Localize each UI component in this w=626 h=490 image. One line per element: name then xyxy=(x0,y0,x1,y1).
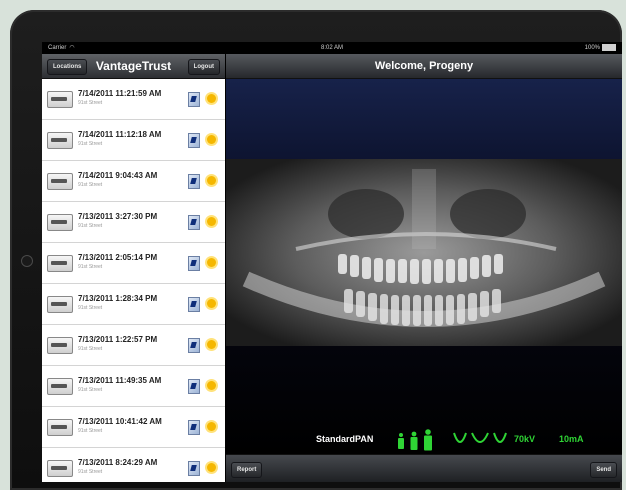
xray-thumbnail-icon xyxy=(47,378,73,395)
exam-list[interactable]: 7/14/2011 11:21:59 AM 91st Street 7/14/2… xyxy=(42,79,225,482)
xray-thumbnail-icon xyxy=(47,296,73,313)
xray-thumbnail-icon xyxy=(47,419,73,436)
sun-icon[interactable] xyxy=(207,94,216,103)
scan-mode-prefix: Standard xyxy=(316,434,356,444)
exam-location: 91st Street xyxy=(78,346,103,352)
status-bar: Carrier ◠ 8:02 AM 100% xyxy=(42,42,622,54)
device-bezel: Carrier ◠ 8:02 AM 100% Locations VantageT… xyxy=(10,10,622,490)
document-icon[interactable] xyxy=(188,338,200,353)
document-icon[interactable] xyxy=(188,256,200,271)
document-icon[interactable] xyxy=(188,461,200,476)
jaw-arch-icon xyxy=(453,432,507,443)
exam-location: 91st Street xyxy=(78,428,103,434)
scan-mode-suffix: PAN xyxy=(355,434,374,444)
sun-icon[interactable] xyxy=(207,299,216,308)
document-icon[interactable] xyxy=(188,297,200,312)
document-icon[interactable] xyxy=(188,92,200,107)
kilovolt-value: 70kV xyxy=(514,434,536,444)
list-item[interactable]: 7/13/2011 11:49:35 AM 91st Street xyxy=(42,366,225,407)
document-icon[interactable] xyxy=(188,215,200,230)
sun-icon[interactable] xyxy=(207,258,216,267)
list-item[interactable]: 7/13/2011 1:28:34 PM 91st Street xyxy=(42,284,225,325)
sun-icon[interactable] xyxy=(207,217,216,226)
arch-shape-icon xyxy=(452,431,508,451)
xray-thumbnail-icon xyxy=(47,460,73,477)
logout-button[interactable]: Logout xyxy=(187,59,220,75)
exam-date: 7/13/2011 11:49:35 AM xyxy=(78,376,162,385)
exam-location: 91st Street xyxy=(78,141,103,147)
welcome-title: Welcome, Progeny xyxy=(374,60,474,72)
milliamp-value: 10mA xyxy=(559,434,584,444)
list-item[interactable]: 7/13/2011 10:41:42 AM 91st Street xyxy=(42,407,225,448)
document-icon[interactable] xyxy=(188,379,200,394)
exam-date: 7/13/2011 8:24:29 AM xyxy=(78,458,158,467)
exam-location: 91st Street xyxy=(78,305,103,311)
image-viewer: StandardPAN 70kV 10mA xyxy=(226,79,622,454)
sun-icon[interactable] xyxy=(207,463,216,472)
sun-icon[interactable] xyxy=(207,135,216,144)
list-item[interactable]: 7/13/2011 2:05:14 PM 91st Street xyxy=(42,243,225,284)
camera-dot xyxy=(21,255,33,267)
bottom-toolbar: Report Send xyxy=(226,454,622,482)
report-button[interactable]: Report xyxy=(231,462,263,478)
scan-mode: StandardPAN xyxy=(316,434,373,444)
list-item[interactable]: 7/13/2011 1:22:57 PM 91st Street xyxy=(42,325,225,366)
xray-thumbnail-icon xyxy=(47,132,73,149)
exam-location: 91st Street xyxy=(78,182,103,188)
exam-date: 7/13/2011 10:41:42 AM xyxy=(78,417,162,426)
list-item[interactable]: 7/13/2011 3:27:30 PM 91st Street xyxy=(42,202,225,243)
xray-thumbnail-icon xyxy=(47,214,73,231)
nasal-septum xyxy=(412,169,436,249)
exam-date: 7/14/2011 9:04:43 AM xyxy=(78,171,158,180)
sun-icon[interactable] xyxy=(207,340,216,349)
list-item[interactable]: 7/14/2011 9:04:43 AM 91st Street xyxy=(42,161,225,202)
patient-size-icon xyxy=(394,429,446,453)
left-navigation-bar: Locations VantageTrust Logout xyxy=(42,54,225,79)
xray-graphic xyxy=(226,159,622,346)
exam-date: 7/13/2011 2:05:14 PM xyxy=(78,253,158,262)
exam-location: 91st Street xyxy=(78,100,103,106)
person-figures-icon xyxy=(398,429,432,451)
status-time: 8:02 AM xyxy=(320,45,343,51)
exam-date: 7/13/2011 1:28:34 PM xyxy=(78,294,158,303)
exam-date: 7/14/2011 11:21:59 AM xyxy=(78,89,162,98)
xray-thumbnail-icon xyxy=(47,255,73,272)
xray-thumbnail-icon xyxy=(47,173,73,190)
left-orbit xyxy=(328,189,404,239)
battery-percent: 100% xyxy=(584,45,600,51)
exam-location: 91st Street xyxy=(78,264,103,270)
exam-location: 91st Street xyxy=(78,469,103,475)
right-orbit xyxy=(450,189,526,239)
list-item[interactable]: 7/13/2011 8:24:29 AM 91st Street xyxy=(42,448,225,482)
list-item[interactable]: 7/14/2011 11:21:59 AM 91st Street xyxy=(42,79,225,120)
document-icon[interactable] xyxy=(188,174,200,189)
xray-thumbnail-icon xyxy=(47,337,73,354)
exam-location: 91st Street xyxy=(78,223,103,229)
battery-indicator: 100% xyxy=(585,42,616,54)
exam-date: 7/14/2011 11:12:18 AM xyxy=(78,130,162,139)
screen: Carrier ◠ 8:02 AM 100% Locations VantageT… xyxy=(42,42,622,482)
document-icon[interactable] xyxy=(188,133,200,148)
battery-icon xyxy=(602,43,616,51)
sun-icon[interactable] xyxy=(207,422,216,431)
exam-date: 7/13/2011 3:27:30 PM xyxy=(78,212,158,221)
exam-location: 91st Street xyxy=(78,387,103,393)
sun-icon[interactable] xyxy=(207,381,216,390)
exam-date: 7/13/2011 1:22:57 PM xyxy=(78,335,158,344)
panoramic-xray-image[interactable] xyxy=(226,159,622,346)
send-button[interactable]: Send xyxy=(590,462,617,478)
xray-thumbnail-icon xyxy=(47,91,73,108)
detail-navigation-bar: Welcome, Progeny xyxy=(226,54,622,79)
document-icon[interactable] xyxy=(188,420,200,435)
sun-icon[interactable] xyxy=(207,176,216,185)
list-item[interactable]: 7/14/2011 11:12:18 AM 91st Street xyxy=(42,120,225,161)
